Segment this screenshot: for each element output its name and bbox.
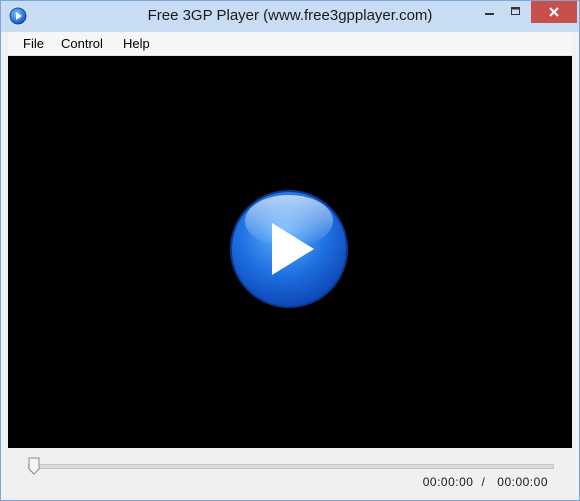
close-icon	[549, 7, 559, 17]
control-panel: 00:00:00 / 00:00:00	[8, 448, 572, 496]
menu-help[interactable]: Help	[123, 36, 150, 51]
time-display: 00:00:00 / 00:00:00	[423, 475, 548, 489]
menu-bar: File Control Help	[8, 32, 572, 56]
time-separator: /	[481, 475, 486, 489]
app-window: Free 3GP Player (www.free3gpplayer.com) …	[0, 0, 580, 501]
seek-slider-thumb[interactable]	[28, 457, 40, 475]
maximize-icon	[511, 7, 520, 15]
video-area[interactable]	[8, 56, 572, 448]
minimize-icon	[485, 13, 494, 15]
menu-file[interactable]: File	[23, 36, 44, 51]
total-time: 00:00:00	[497, 475, 548, 489]
close-button[interactable]	[531, 1, 577, 23]
menu-control[interactable]: Control	[61, 36, 103, 51]
current-time: 00:00:00	[422, 475, 474, 489]
play-icon[interactable]	[228, 188, 350, 310]
maximize-button[interactable]	[503, 1, 529, 23]
seek-track[interactable]	[28, 464, 554, 469]
title-bar[interactable]: Free 3GP Player (www.free3gpplayer.com)	[1, 1, 579, 32]
minimize-button[interactable]	[477, 1, 503, 23]
